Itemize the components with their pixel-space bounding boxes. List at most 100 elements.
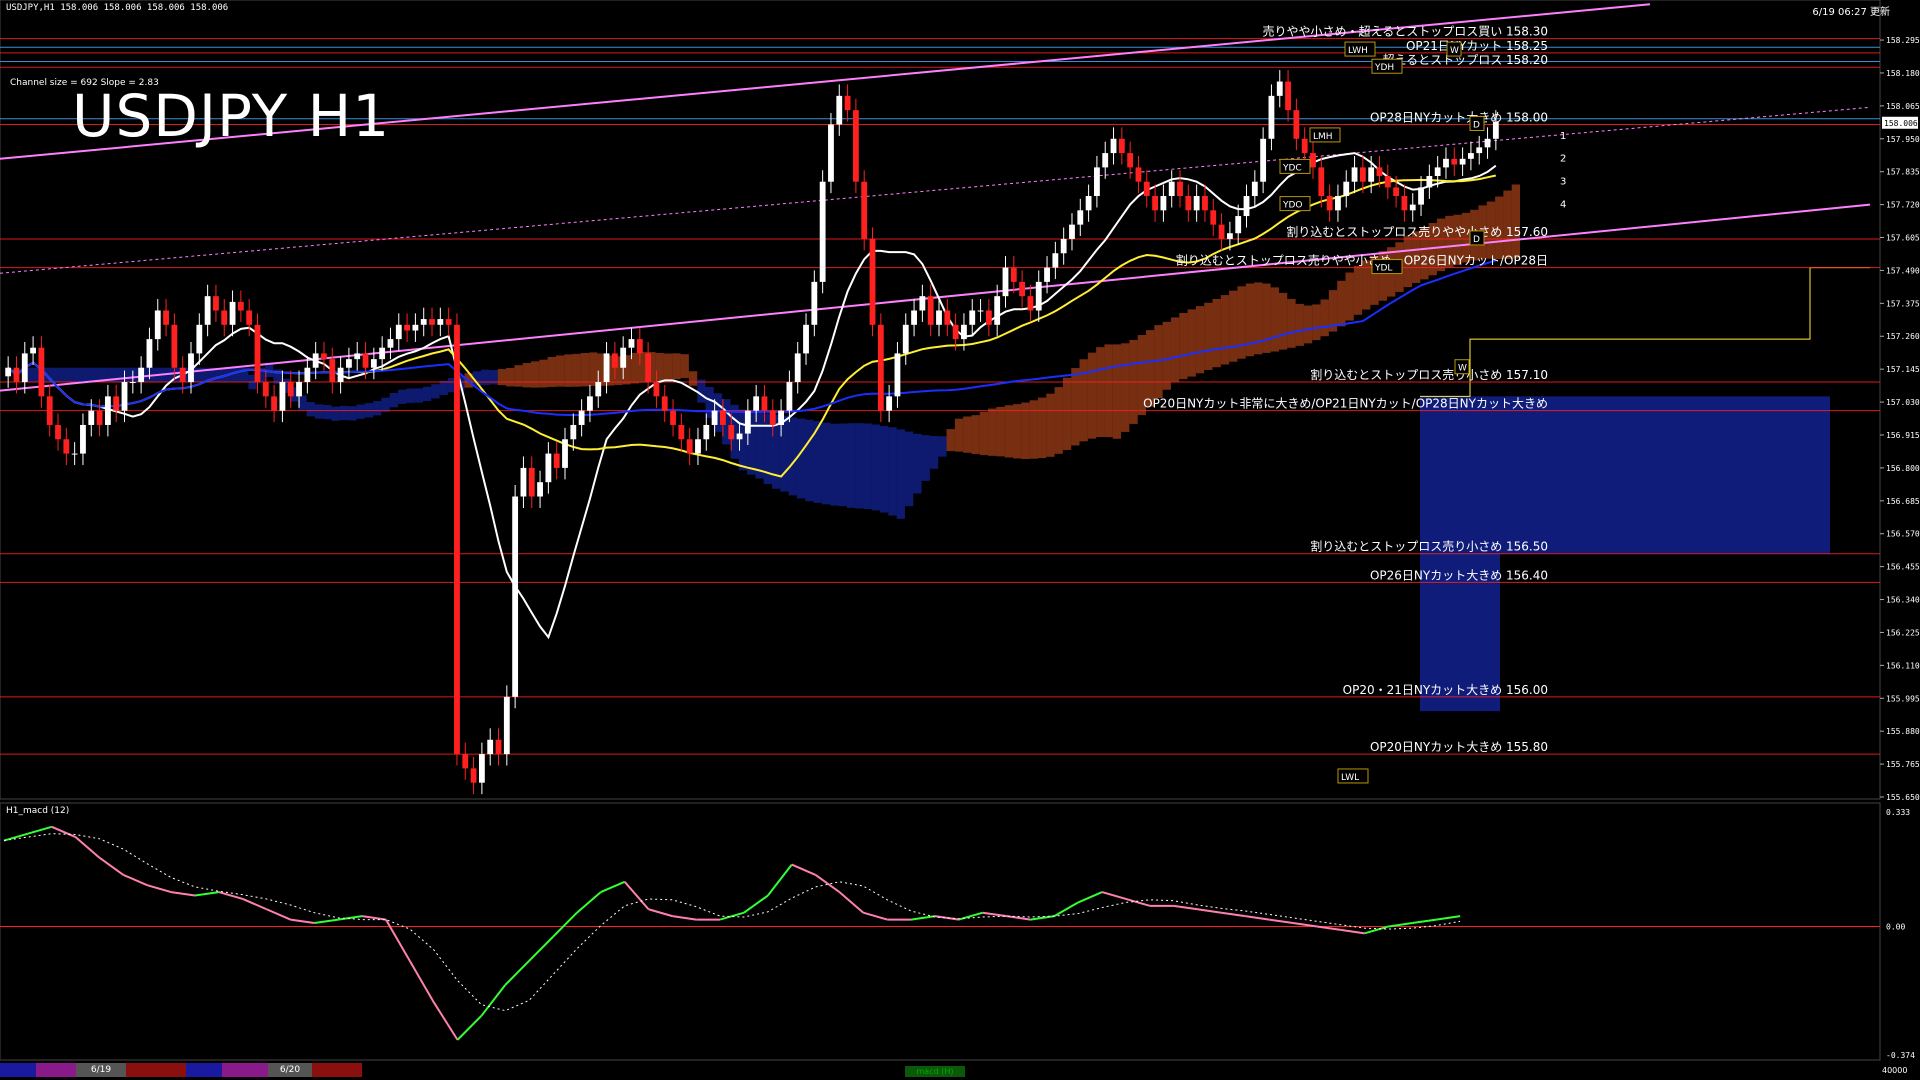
period-tab-6-20[interactable]: 6/20: [268, 1063, 312, 1077]
macd-segment: [504, 960, 530, 986]
tick-label: 155.995: [1886, 694, 1920, 703]
channel-number: 4: [1560, 199, 1566, 210]
candle-body: [1260, 138, 1267, 182]
level-annotation: 割り込むとストップロス売り小さめ 156.50: [1310, 539, 1548, 554]
tick-label: 156.110: [1886, 661, 1920, 670]
period-segment: [312, 1063, 362, 1077]
candle-body: [562, 439, 568, 468]
tick-label: 155.650: [1886, 793, 1920, 802]
candle-body: [412, 324, 419, 331]
candle-body: [553, 453, 560, 468]
moving-averages: [7, 152, 1497, 640]
candle-body: [437, 319, 444, 325]
candle-body: [1443, 158, 1449, 168]
macd-panel: 0.333 0.00 -0.374: [0, 808, 1915, 1060]
candle-body: [63, 439, 70, 454]
cloud-segment: [938, 436, 947, 457]
candle-body: [985, 310, 992, 325]
macd-segment: [480, 984, 507, 1017]
candle-body: [595, 382, 602, 397]
macd-segment: [408, 960, 435, 1003]
candle-body: [96, 410, 103, 425]
candle-body: [1351, 167, 1358, 182]
candle-body: [1202, 196, 1208, 211]
candle-body: [902, 324, 909, 354]
tick-label: 156.570: [1886, 530, 1920, 539]
candle-body: [678, 424, 685, 440]
candle-body: [71, 453, 78, 455]
cloud-segment: [373, 401, 382, 416]
candle-body: [1027, 296, 1034, 311]
cloud-segment: [1179, 313, 1188, 380]
candle-body: [462, 754, 469, 769]
candle-body: [711, 410, 718, 425]
macd-signal: [3, 833, 1461, 1012]
cloud-projection: [1420, 396, 1830, 554]
channel-number: 3: [1560, 177, 1566, 188]
macd-segment: [1197, 908, 1222, 914]
cloud-segment: [863, 423, 872, 510]
candle-body: [836, 95, 843, 125]
macd-segment: [576, 891, 602, 914]
candle-body: [786, 382, 793, 411]
macd-segment: [863, 911, 888, 921]
candle-body: [1052, 253, 1059, 268]
cloud-segment: [1237, 286, 1246, 359]
tick-label: 157.835: [1886, 168, 1920, 177]
candle-body: [844, 95, 851, 111]
cloud-segment: [82, 367, 91, 383]
candle-body: [304, 367, 311, 383]
candle-body: [703, 424, 710, 440]
chart-canvas[interactable]: 1 2 3 4 売りやや小さめ・超えるとストップロス買い 158.30OP21日NYカ…: [0, 0, 1920, 1080]
candle-body: [1110, 138, 1117, 154]
cloud-segment: [1037, 397, 1047, 459]
cloud-segment: [1112, 344, 1122, 439]
macd-segment: [266, 908, 291, 921]
macd-segment: [767, 863, 793, 897]
candle-body: [819, 181, 826, 282]
candle-body: [262, 382, 269, 397]
cloud-segment: [65, 367, 74, 383]
tick-label: 156.915: [1886, 431, 1920, 440]
candle-body: [661, 396, 668, 411]
cloud-segment: [821, 422, 831, 505]
macd-tab[interactable]: macd (H): [905, 1066, 965, 1077]
macd-segment: [146, 884, 172, 894]
cloud-segment: [1303, 305, 1313, 344]
cloud-segment: [697, 379, 706, 403]
level-annotation: OP20日NYカット非常に大きめ/OP21日NYカット/OP28日NYカット大き…: [1143, 397, 1548, 411]
macd-segment: [1077, 891, 1103, 904]
candle-body: [736, 433, 743, 440]
price-axis: 158.295 158.180 158.065 157.950 157.835 157.7…: [1880, 36, 1920, 802]
candle-body: [1002, 267, 1009, 297]
candle-body: [1434, 167, 1441, 176]
cloud-segment: [530, 361, 540, 388]
cloud-segment: [431, 384, 440, 399]
macd-segment: [815, 874, 841, 893]
macd-segment: [1412, 918, 1437, 925]
period-tab-6-19[interactable]: 6/19: [76, 1063, 126, 1077]
tick-label: 157.720: [1886, 201, 1920, 210]
cloud-segment: [1004, 405, 1014, 458]
cloud-segment: [323, 404, 332, 420]
box-label: YDO: [1282, 201, 1303, 211]
cloud-segment: [1345, 272, 1354, 321]
candle-body: [1085, 196, 1092, 211]
candle-body: [404, 324, 410, 331]
candle-body: [1102, 153, 1109, 168]
macd-segment: [1292, 922, 1318, 928]
macd-segment: [1173, 904, 1198, 911]
ohlc-open: 158.006: [60, 3, 99, 13]
candle-body: [1459, 158, 1466, 165]
candle-body: [395, 324, 402, 340]
candle-body: [1401, 196, 1408, 211]
cloud-segment: [1046, 393, 1055, 457]
macd-segment: [170, 891, 196, 897]
macd-segment: [3, 832, 29, 842]
candle-body: [636, 339, 643, 354]
level-annotation: 売りやや小さめ・超えるとストップロス買い 158.30: [1263, 24, 1548, 39]
white-ma: [7, 152, 1497, 640]
macd-segment: [456, 1015, 483, 1041]
candle-body: [312, 353, 319, 368]
cloud-segment: [1312, 304, 1321, 341]
